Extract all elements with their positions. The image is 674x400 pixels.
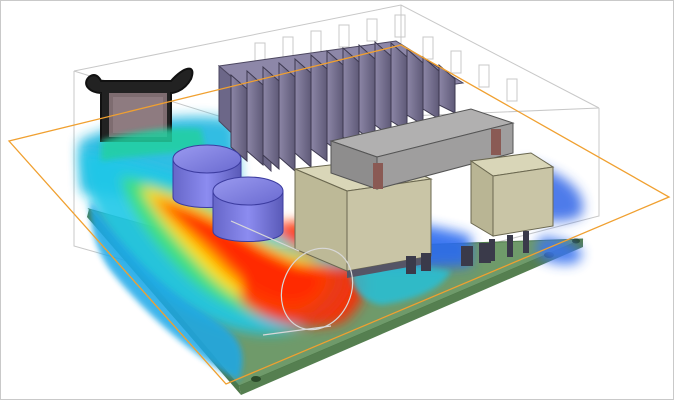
capacitor-2 (212, 176, 284, 242)
mount-hole-icon (251, 376, 261, 382)
cfd-scene (7, 4, 671, 395)
mount-hole-icon (572, 238, 580, 244)
simulation-viewport[interactable] (0, 0, 674, 400)
